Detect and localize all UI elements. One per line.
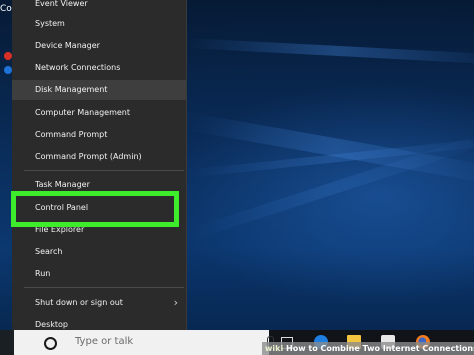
menu-item-label: Shut down or sign out bbox=[35, 298, 123, 307]
menu-item-disk-management[interactable]: Disk Management bbox=[12, 80, 186, 100]
menu-item-search[interactable]: Search bbox=[12, 242, 186, 262]
power-user-menu: Event Viewer System Device Manager Netwo… bbox=[12, 0, 187, 340]
desktop-icon-label[interactable]: Co bbox=[0, 4, 12, 14]
desktop-app-icon[interactable] bbox=[4, 52, 12, 60]
control-panel-highlight-box bbox=[11, 191, 179, 227]
wikihow-watermark: wiki How to Combine Two Internet Connect… bbox=[262, 342, 474, 355]
menu-item-command-prompt[interactable]: Command Prompt bbox=[12, 125, 186, 145]
search-placeholder: Type or talk bbox=[75, 336, 134, 347]
desktop-app-icon[interactable] bbox=[4, 66, 12, 74]
menu-item-computer-management[interactable]: Computer Management bbox=[12, 103, 186, 123]
wikihow-logo: wiki bbox=[265, 344, 284, 353]
menu-item-command-prompt-admin[interactable]: Command Prompt (Admin) bbox=[12, 147, 186, 167]
menu-separator bbox=[24, 287, 184, 288]
cortana-search-box[interactable]: Type or talk bbox=[14, 330, 274, 355]
menu-item-device-manager[interactable]: Device Manager bbox=[12, 36, 186, 56]
menu-item-network-connections[interactable]: Network Connections bbox=[12, 58, 186, 78]
start-button[interactable] bbox=[0, 330, 14, 355]
menu-item-system[interactable]: System bbox=[12, 14, 186, 34]
menu-item-run[interactable]: Run bbox=[12, 264, 186, 284]
watermark-title: How to Combine Two Internet Connections bbox=[286, 344, 474, 353]
menu-item-shut-down-or-sign-out[interactable]: Shut down or sign out › bbox=[12, 293, 186, 313]
cortana-icon bbox=[44, 337, 57, 350]
menu-separator bbox=[24, 170, 184, 171]
wallpaper-light-beam bbox=[185, 38, 474, 64]
menu-item-event-viewer[interactable]: Event Viewer bbox=[12, 0, 186, 14]
chevron-right-icon: › bbox=[173, 296, 178, 309]
